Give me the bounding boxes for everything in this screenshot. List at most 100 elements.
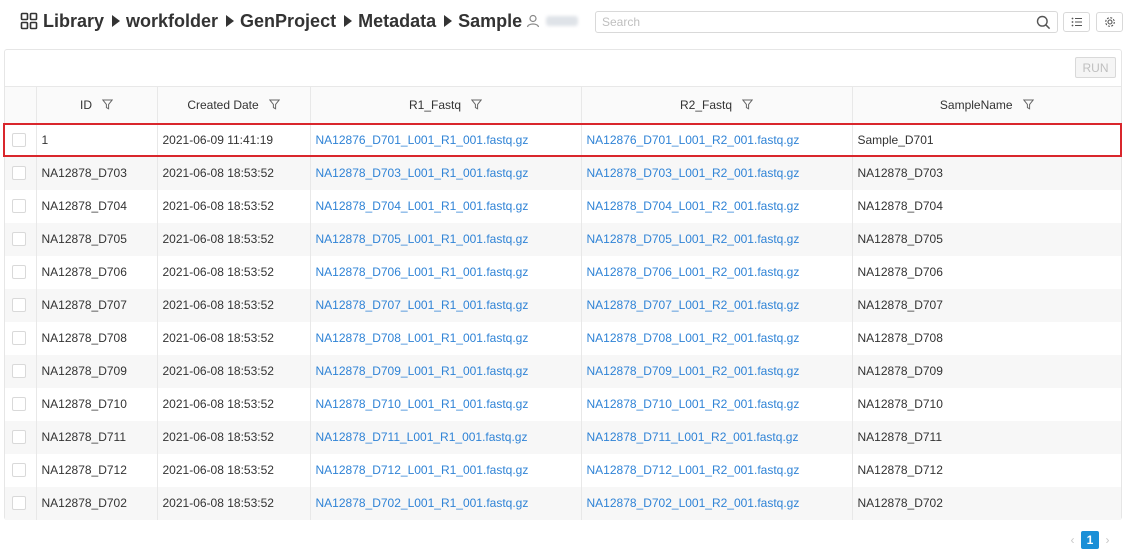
created-date-cell: 2021-06-08 18:53:52 <box>162 265 274 279</box>
table-cell: NA12878_D707_L001_R1_001.fastq.gz <box>310 288 582 322</box>
r1-fastq-link[interactable]: NA12878_D706_L001_R1_001.fastq.gz <box>316 265 529 279</box>
row-select-cell <box>5 288 37 322</box>
grid-icon[interactable] <box>20 12 38 30</box>
table-cell: NA12878_D706_L001_R2_001.fastq.gz <box>581 255 853 289</box>
r2-fastq-link[interactable]: NA12878_D702_L001_R2_001.fastq.gz <box>587 496 800 510</box>
id-cell: NA12878_D709 <box>41 364 127 378</box>
table-cell: NA12878_D703_L001_R1_001.fastq.gz <box>310 156 582 190</box>
r1-fastq-link[interactable]: NA12878_D711_L001_R1_001.fastq.gz <box>316 430 528 444</box>
column-header-label: ID <box>80 98 92 112</box>
table-cell: NA12878_D704 <box>852 190 1121 223</box>
row-checkbox[interactable] <box>12 199 26 213</box>
r1-fastq-link[interactable]: NA12878_D705_L001_R1_001.fastq.gz <box>316 232 529 246</box>
row-checkbox[interactable] <box>12 166 26 180</box>
column-header-r1-fastq[interactable]: R1_Fastq <box>310 86 582 124</box>
r1-fastq-link[interactable]: NA12878_D704_L001_R1_001.fastq.gz <box>316 199 529 213</box>
table-cell: NA12878_D711 <box>852 421 1121 454</box>
r2-fastq-link[interactable]: NA12878_D706_L001_R2_001.fastq.gz <box>587 265 800 279</box>
table-row[interactable]: 1 2021-06-09 11:41:19 NA12876_D701_L001_R1… <box>5 123 1121 157</box>
table-cell: NA12878_D707 <box>36 288 158 322</box>
column-header-created-date[interactable]: Created Date <box>157 86 311 124</box>
table-cell: NA12878_D708 <box>36 321 158 355</box>
r2-fastq-link[interactable]: NA12878_D707_L001_R2_001.fastq.gz <box>587 298 800 312</box>
r1-fastq-link[interactable]: NA12878_D702_L001_R1_001.fastq.gz <box>316 496 529 510</box>
breadcrumb-workfolder[interactable]: workfolder <box>126 11 218 32</box>
table-row[interactable]: NA12878_D704 2021-06-08 18:53:52 NA12878_D… <box>5 189 1121 223</box>
breadcrumb-separator-icon <box>112 15 121 27</box>
r2-fastq-link[interactable]: NA12878_D711_L001_R2_001.fastq.gz <box>587 430 799 444</box>
search-icon[interactable] <box>1036 15 1051 30</box>
table-cell: 2021-06-08 18:53:52 <box>157 222 311 256</box>
table-cell: NA12878_D702 <box>36 486 158 520</box>
filter-icon[interactable] <box>1022 99 1034 110</box>
r2-fastq-link[interactable]: NA12878_D712_L001_R2_001.fastq.gz <box>587 463 800 477</box>
table-cell: NA12878_D704_L001_R2_001.fastq.gz <box>581 189 853 223</box>
sample-name-cell: NA12878_D705 <box>857 232 943 246</box>
row-checkbox[interactable] <box>12 331 26 345</box>
breadcrumb-metadata[interactable]: Metadata <box>358 11 436 32</box>
sample-name-cell: NA12878_D711 <box>857 430 943 444</box>
r1-fastq-link[interactable]: NA12878_D712_L001_R1_001.fastq.gz <box>316 463 529 477</box>
r1-fastq-link[interactable]: NA12878_D703_L001_R1_001.fastq.gz <box>316 166 529 180</box>
r2-fastq-link[interactable]: NA12878_D709_L001_R2_001.fastq.gz <box>587 364 800 378</box>
table-row[interactable]: NA12878_D708 2021-06-08 18:53:52 NA12878_D… <box>5 321 1121 355</box>
r2-fastq-link[interactable]: NA12878_D708_L001_R2_001.fastq.gz <box>587 331 800 345</box>
r1-fastq-link[interactable]: NA12878_D707_L001_R1_001.fastq.gz <box>316 298 529 312</box>
table-cell: NA12878_D708_L001_R2_001.fastq.gz <box>581 321 853 355</box>
table-cell: 2021-06-08 18:53:52 <box>157 486 311 520</box>
table-cell: 2021-06-09 11:41:19 <box>157 123 311 157</box>
table-cell: NA12878_D712 <box>852 454 1121 487</box>
sample-name-cell: Sample_D701 <box>857 133 934 148</box>
table-row[interactable]: NA12878_D705 2021-06-08 18:53:52 NA12878_D… <box>5 222 1121 256</box>
r1-fastq-link[interactable]: NA12878_D710_L001_R1_001.fastq.gz <box>316 397 529 411</box>
column-header-select <box>5 86 37 124</box>
breadcrumb-sample: Sample <box>458 10 523 31</box>
row-checkbox[interactable] <box>12 496 26 510</box>
row-checkbox[interactable] <box>12 463 26 477</box>
table-row[interactable]: NA12878_D706 2021-06-08 18:53:52 NA12878_D… <box>5 255 1121 289</box>
id-cell: NA12878_D705 <box>41 232 127 246</box>
column-header-id[interactable]: ID <box>36 86 158 124</box>
column-header-sample-name[interactable]: SampleName <box>852 86 1121 124</box>
r1-fastq-link[interactable]: NA12878_D708_L001_R1_001.fastq.gz <box>316 331 529 345</box>
column-header-r2-fastq[interactable]: R2_Fastq <box>581 86 853 124</box>
r2-fastq-link[interactable]: NA12878_D705_L001_R2_001.fastq.gz <box>587 232 800 246</box>
table-row[interactable]: NA12878_D702 2021-06-08 18:53:52 NA12878_D… <box>5 486 1121 520</box>
row-checkbox[interactable] <box>12 430 26 444</box>
table-row[interactable]: NA12878_D703 2021-06-08 18:53:52 NA12878_D… <box>5 156 1121 190</box>
table-row[interactable]: NA12878_D710 2021-06-08 18:53:52 NA12878_D… <box>5 387 1121 421</box>
breadcrumb-library[interactable]: Library <box>43 11 104 32</box>
table-cell: 2021-06-08 18:53:52 <box>157 387 311 421</box>
r2-fastq-link[interactable]: NA12878_D703_L001_R2_001.fastq.gz <box>587 166 800 180</box>
page-number-button[interactable]: 1 <box>1081 531 1099 549</box>
row-checkbox[interactable] <box>12 232 26 246</box>
list-view-button[interactable] <box>1063 12 1090 32</box>
row-checkbox[interactable] <box>12 265 26 279</box>
settings-button[interactable] <box>1096 12 1123 32</box>
r1-fastq-link[interactable]: NA12878_D709_L001_R1_001.fastq.gz <box>316 364 529 378</box>
r2-fastq-link[interactable]: NA12878_D704_L001_R2_001.fastq.gz <box>587 199 800 213</box>
filter-icon[interactable] <box>742 99 754 110</box>
row-checkbox[interactable] <box>12 298 26 312</box>
table-cell: NA12878_D702_L001_R2_001.fastq.gz <box>581 486 853 520</box>
row-checkbox[interactable] <box>12 397 26 411</box>
table-row[interactable]: NA12878_D709 2021-06-08 18:53:52 NA12878_D… <box>5 354 1121 388</box>
table-row[interactable]: NA12878_D707 2021-06-08 18:53:52 NA12878_D… <box>5 288 1121 322</box>
next-page-button[interactable]: › <box>1103 531 1112 549</box>
r2-fastq-link[interactable]: NA12876_D701_L001_R2_001.fastq.gz <box>587 133 800 147</box>
run-button[interactable]: RUN <box>1075 57 1116 78</box>
row-checkbox[interactable] <box>12 364 26 378</box>
table-row[interactable]: NA12878_D712 2021-06-08 18:53:52 NA12878_D… <box>5 453 1121 487</box>
prev-page-button[interactable]: ‹ <box>1068 531 1077 549</box>
sample-name-cell: NA12878_D704 <box>857 199 943 213</box>
filter-icon[interactable] <box>102 99 113 110</box>
r2-fastq-link[interactable]: NA12878_D710_L001_R2_001.fastq.gz <box>587 397 800 411</box>
filter-icon[interactable] <box>471 99 483 110</box>
filter-icon[interactable] <box>268 99 280 110</box>
breadcrumb-genproject[interactable]: GenProject <box>240 11 336 32</box>
sample-name-cell: NA12878_D709 <box>857 364 943 378</box>
table-row[interactable]: NA12878_D711 2021-06-08 18:53:52 NA12878_D… <box>5 420 1121 454</box>
search-input[interactable] <box>602 14 1022 30</box>
row-checkbox[interactable] <box>12 133 26 148</box>
r1-fastq-link[interactable]: NA12876_D701_L001_R1_001.fastq.gz <box>316 133 529 147</box>
